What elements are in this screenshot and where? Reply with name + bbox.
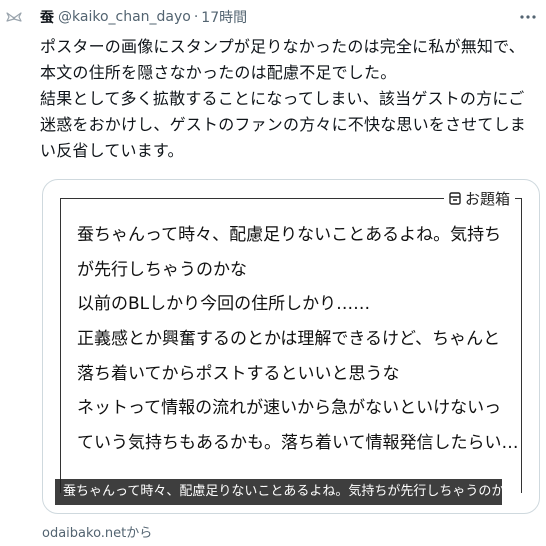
question-line: 以前のBLしかり今回の住所しかり…… bbox=[77, 294, 371, 315]
question-line: ていう気持ちもあるかも。落ち着いて情報発信したらい… bbox=[77, 433, 517, 454]
more-dots-icon bbox=[520, 15, 536, 19]
tweet: 蚕 @kaiko_chan_dayo · 17時間 ポスターの画像にスタンプが足… bbox=[0, 0, 546, 546]
question-text: 蚕ちゃんって時々、配慮足りないことあるよね。気持ち が先行しちゃうのかな 以前の… bbox=[77, 218, 517, 461]
question-line: ネットって情報の流れが速いから急がないといけないっ bbox=[77, 398, 502, 419]
tweet-paragraph: ポスターの画像にスタンプが足りなかったのは完全に私が無知で、本文の住所を隠さなか… bbox=[40, 37, 525, 82]
avatar[interactable] bbox=[3, 6, 25, 28]
post-time[interactable]: 17時間 bbox=[201, 7, 247, 27]
display-name[interactable]: 蚕 bbox=[40, 7, 54, 27]
card-source-link[interactable]: odaibako.netから bbox=[42, 522, 152, 541]
user-handle[interactable]: @kaiko_chan_dayo bbox=[58, 9, 191, 25]
tweet-paragraph: 結果として多く拡散することになってしまい、該当ゲストの方にご迷惑をおかけし、ゲス… bbox=[40, 89, 527, 160]
more-button[interactable] bbox=[517, 8, 539, 26]
media-image-card[interactable]: お題箱 蚕ちゃんって時々、配慮足りないことあるよね。気持ち が先行しちゃうのかな… bbox=[42, 179, 540, 514]
box-icon bbox=[449, 192, 461, 205]
bird-avatar-icon bbox=[6, 12, 22, 22]
odai-box-label: お題箱 bbox=[443, 188, 515, 209]
question-line: 正義感とか興奮するのとかは理解できるけど、ちゃんと bbox=[77, 329, 501, 350]
odai-box-title: お題箱 bbox=[464, 190, 510, 208]
tweet-body: ポスターの画像にスタンプが足りなかったのは完全に私が無知で、本文の住所を隠さなか… bbox=[40, 34, 536, 164]
question-line: 蚕ちゃんって時々、配慮足りないことあるよね。気持ち bbox=[77, 225, 502, 245]
image-caption: 蚕ちゃんって時々、配慮足りないことあるよね。気持ちが先行しちゃうのかな ... bbox=[55, 479, 502, 505]
question-line: が先行しちゃうのかな bbox=[77, 259, 247, 280]
separator-dot: · bbox=[193, 9, 199, 25]
tweet-header: 蚕 @kaiko_chan_dayo · 17時間 bbox=[40, 6, 247, 28]
question-line: 落ち着いてからポストするといいと思うな bbox=[77, 363, 400, 384]
